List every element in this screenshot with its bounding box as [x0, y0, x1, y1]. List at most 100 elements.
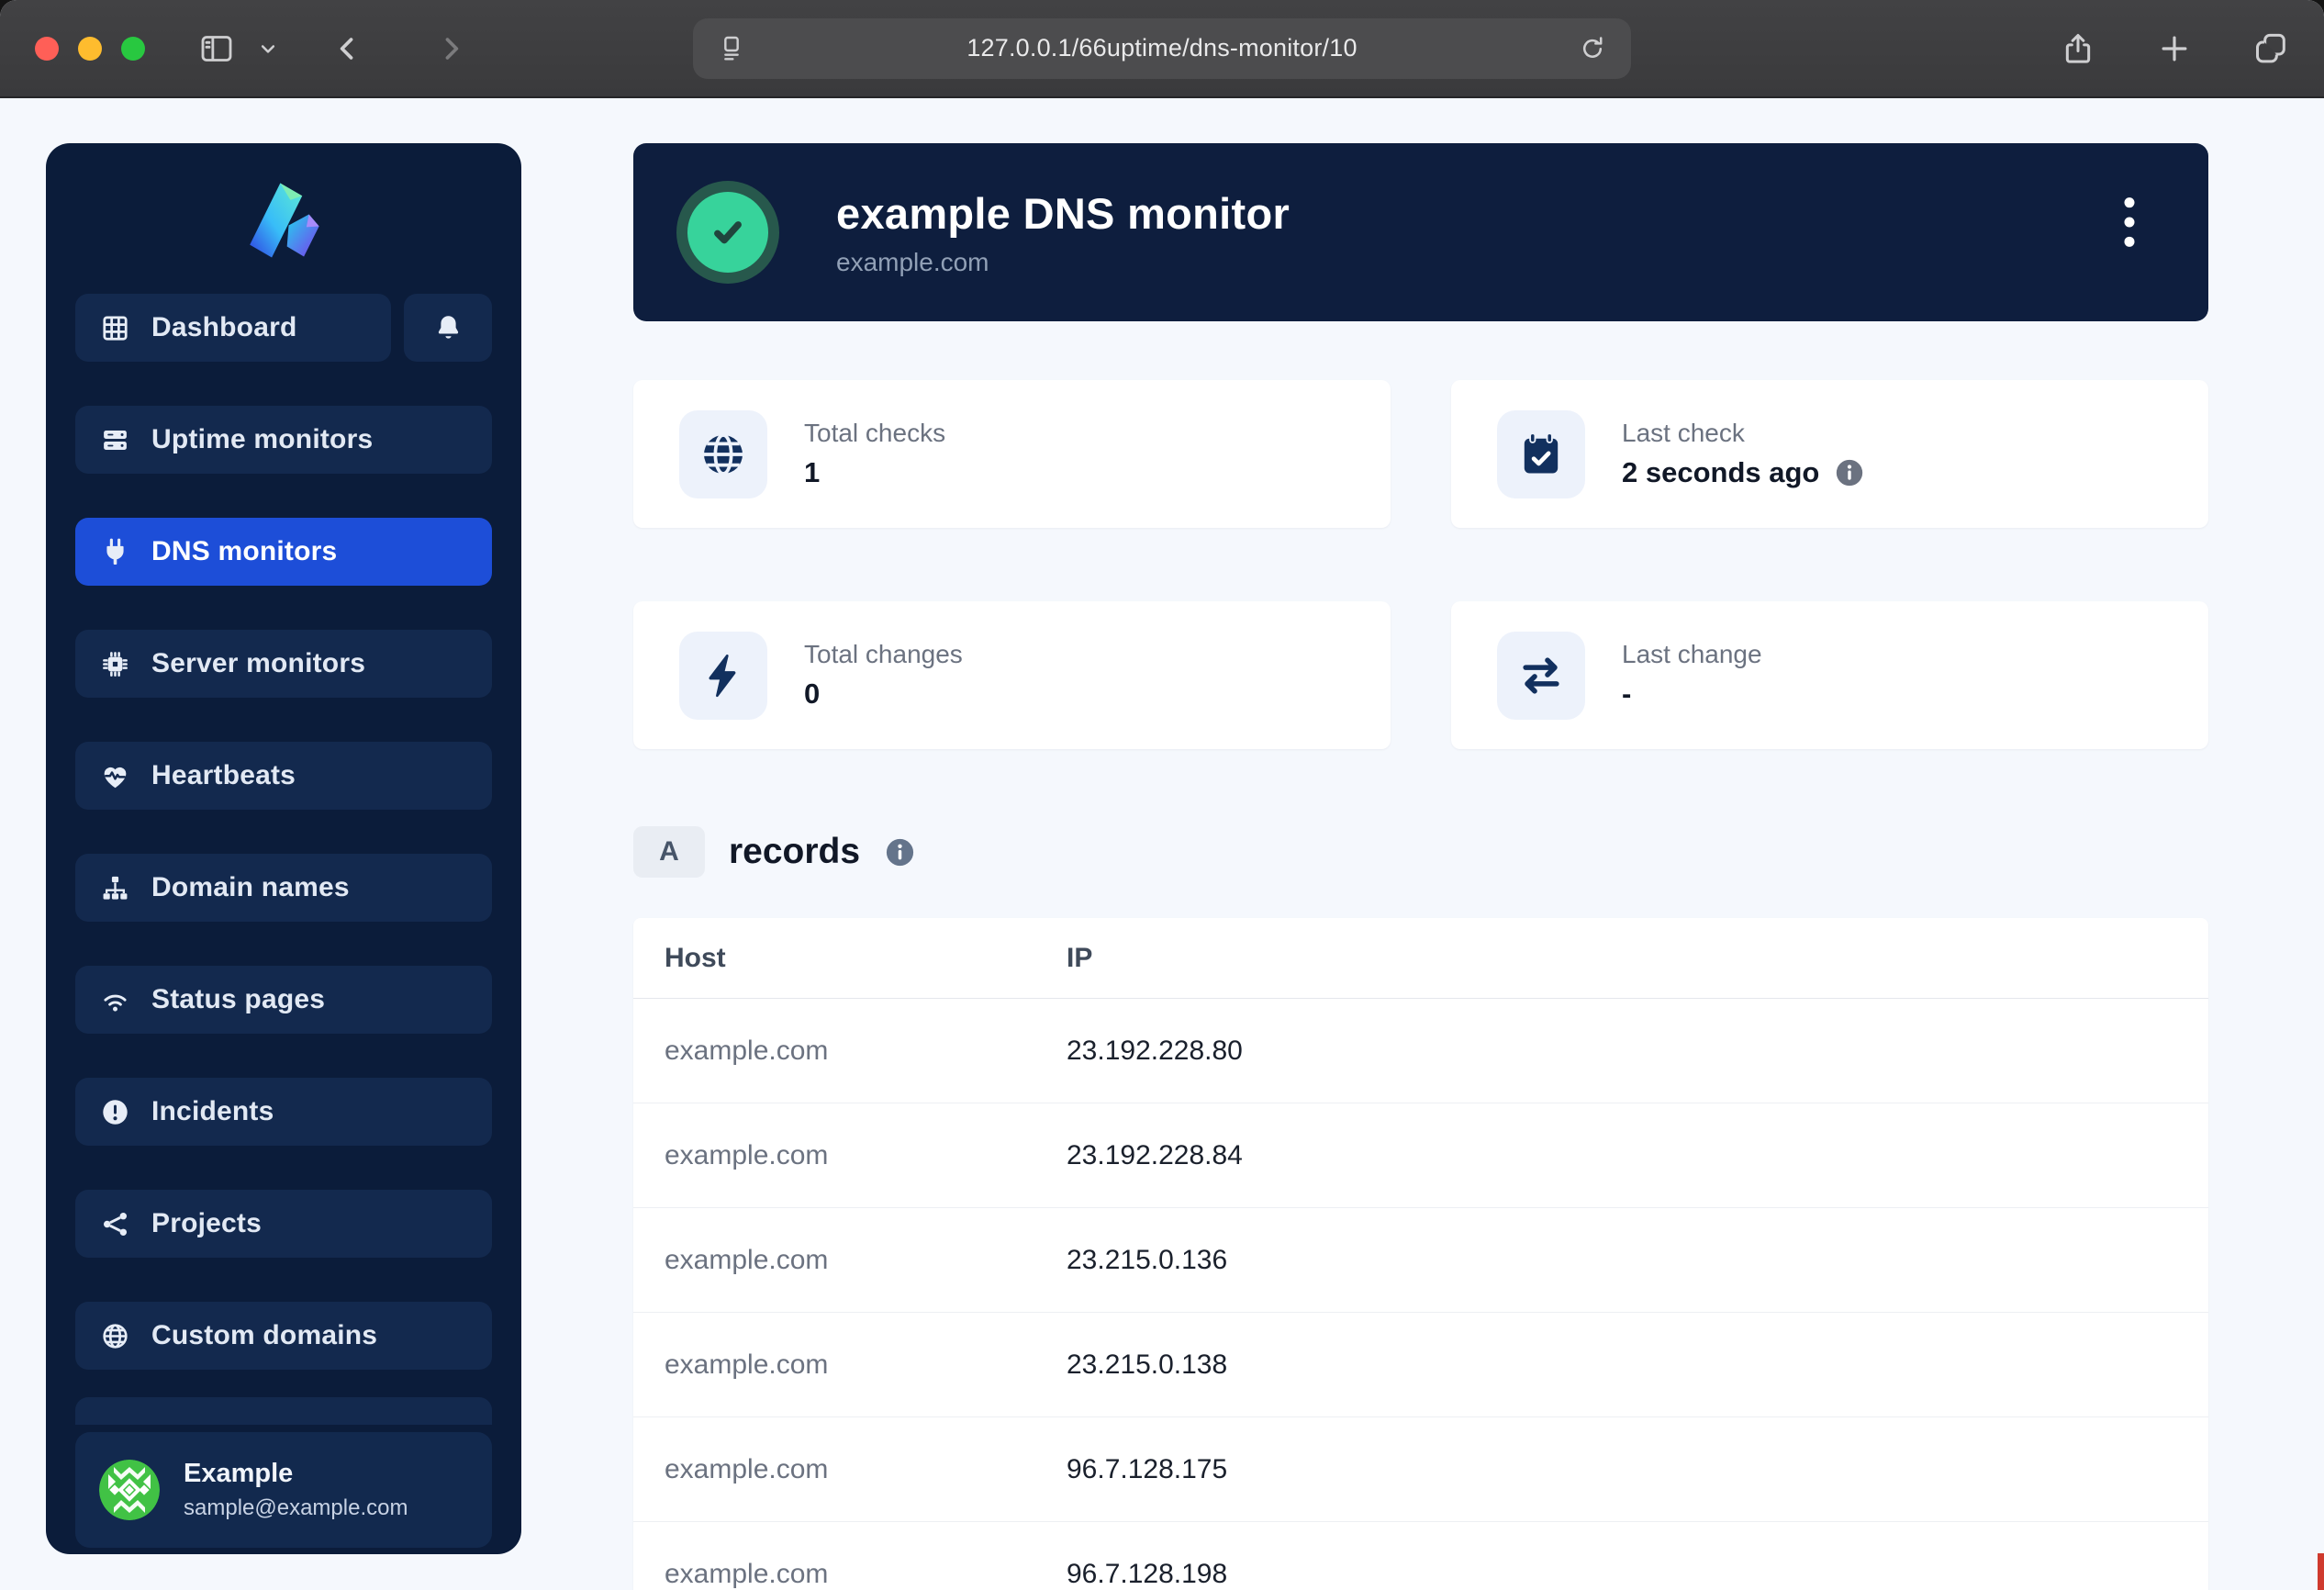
table-row: example.com 23.192.228.80 [633, 999, 2208, 1103]
table-row: example.com 23.215.0.136 [633, 1208, 2208, 1313]
sidebar-toggle-icon[interactable] [198, 30, 235, 67]
table-row: example.com 23.215.0.138 [633, 1313, 2208, 1417]
sidebar-item-label: Custom domains [151, 1320, 377, 1351]
heart-pulse-icon [100, 761, 130, 791]
app-logo [75, 165, 492, 286]
kebab-menu-icon[interactable] [2109, 193, 2150, 254]
host-cell: example.com [665, 1349, 1067, 1381]
column-header-host: Host [665, 943, 1067, 974]
user-name: Example [184, 1459, 408, 1489]
stat-card-last-check: Last check 2 seconds ago [1451, 380, 2208, 528]
screen-edge-artifact [2318, 1553, 2324, 1590]
stat-label: Last check [1622, 419, 1865, 448]
notifications-button[interactable] [404, 294, 492, 362]
url-text: 127.0.0.1/66uptime/dns-monitor/10 [746, 34, 1578, 62]
ip-cell: 96.7.128.175 [1067, 1454, 1227, 1485]
info-icon[interactable] [884, 836, 916, 868]
sidebar-item-heartbeats[interactable]: Heartbeats [75, 742, 492, 810]
calendar-check-icon [1497, 410, 1585, 498]
record-type-badge: A [633, 826, 705, 878]
minimize-window-button[interactable] [78, 37, 102, 61]
records-section-header: A records [633, 826, 2208, 878]
share-nodes-icon [100, 1209, 130, 1239]
globe-icon [679, 410, 767, 498]
main-content: example DNS monitor example.com [633, 143, 2208, 1590]
reload-icon[interactable] [1578, 34, 1607, 63]
chevron-down-icon[interactable] [259, 39, 277, 58]
arrows-right-left-icon [1497, 632, 1585, 720]
sidebar-item-label: Incidents [151, 1096, 274, 1127]
user-email: sample@example.com [184, 1495, 408, 1521]
bell-icon [433, 313, 464, 343]
table-row: example.com 96.7.128.175 [633, 1417, 2208, 1522]
new-tab-icon[interactable] [2157, 31, 2192, 66]
grid-icon [100, 313, 130, 343]
sidebar-item-label: Domain names [151, 872, 350, 903]
zoom-window-button[interactable] [121, 37, 145, 61]
browser-toolbar: 127.0.0.1/66uptime/dns-monitor/10 [0, 0, 2324, 98]
address-bar[interactable]: 127.0.0.1/66uptime/dns-monitor/10 [693, 18, 1631, 79]
table-row: example.com 96.7.128.198 [633, 1522, 2208, 1590]
stats-grid: Total checks 1 Last check [633, 380, 2208, 749]
sidebar-item-label: Server monitors [151, 648, 365, 679]
info-icon[interactable] [1834, 457, 1865, 488]
stat-value: - [1622, 677, 1631, 711]
ip-cell: 23.192.228.80 [1067, 1036, 1243, 1067]
page-title: example DNS monitor [836, 188, 1290, 239]
status-badge [676, 181, 779, 284]
wifi-icon [100, 985, 130, 1015]
exclamation-circle-icon [100, 1097, 130, 1127]
account-button[interactable]: Example sample@example.com [75, 1432, 492, 1548]
tab-overview-icon[interactable] [2252, 30, 2289, 67]
sidebar-item-dashboard[interactable]: Dashboard [75, 294, 391, 362]
sidebar-item-dns-monitors[interactable]: DNS monitors [75, 518, 492, 586]
host-cell: example.com [665, 1559, 1067, 1590]
sidebar: Dashboard [46, 143, 521, 1554]
sitemap-icon [100, 873, 130, 903]
sidebar-item-label: Dashboard [151, 312, 297, 343]
sidebar-item-label: Status pages [151, 984, 325, 1015]
monitor-header-card: example DNS monitor example.com [633, 143, 2208, 321]
sidebar-item-custom-domains[interactable]: Custom domains [75, 1302, 492, 1370]
sidebar-item-status-pages[interactable]: Status pages [75, 966, 492, 1034]
sidebar-item-label: Projects [151, 1208, 262, 1239]
bolt-icon [679, 632, 767, 720]
app-viewport: Dashboard [0, 100, 2324, 1590]
table-header-row: Host IP [633, 918, 2208, 999]
page-icon [717, 34, 746, 63]
ip-cell: 23.215.0.138 [1067, 1349, 1227, 1381]
records-table: Host IP example.com 23.192.228.80 exampl… [633, 918, 2208, 1590]
globe-icon [100, 1321, 130, 1351]
sidebar-item-label: DNS monitors [151, 536, 337, 567]
stat-card-total-changes: Total changes 0 [633, 601, 1391, 749]
stat-label: Total changes [804, 640, 963, 669]
avatar [99, 1460, 160, 1520]
sidebar-item-incidents[interactable]: Incidents [75, 1078, 492, 1146]
window-controls [35, 37, 145, 61]
plug-icon [100, 537, 130, 567]
check-icon [704, 208, 752, 256]
sidebar-item-domain-names[interactable]: Domain names [75, 854, 492, 922]
stat-value: 0 [804, 677, 820, 711]
sidebar-item-label: Heartbeats [151, 760, 296, 791]
host-cell: example.com [665, 1036, 1067, 1067]
ip-cell: 23.215.0.136 [1067, 1245, 1227, 1276]
back-icon[interactable] [332, 33, 363, 64]
stat-card-total-checks: Total checks 1 [633, 380, 1391, 528]
sidebar-item-uptime-monitors[interactable]: Uptime monitors [75, 406, 492, 474]
host-cell: example.com [665, 1245, 1067, 1276]
sidebar-item-projects[interactable]: Projects [75, 1190, 492, 1258]
share-icon[interactable] [2060, 30, 2096, 67]
sidebar-item-partial[interactable] [75, 1397, 492, 1425]
sidebar-item-server-monitors[interactable]: Server monitors [75, 630, 492, 698]
forward-icon[interactable] [435, 33, 466, 64]
server-stack-icon [100, 425, 130, 455]
host-cell: example.com [665, 1140, 1067, 1171]
ip-cell: 23.192.228.84 [1067, 1140, 1243, 1171]
column-header-ip: IP [1067, 943, 1092, 974]
stat-value: 1 [804, 456, 820, 489]
close-window-button[interactable] [35, 37, 59, 61]
stat-label: Total checks [804, 419, 945, 448]
monitor-hostname: example.com [836, 248, 1290, 277]
cpu-chip-icon [100, 649, 130, 679]
